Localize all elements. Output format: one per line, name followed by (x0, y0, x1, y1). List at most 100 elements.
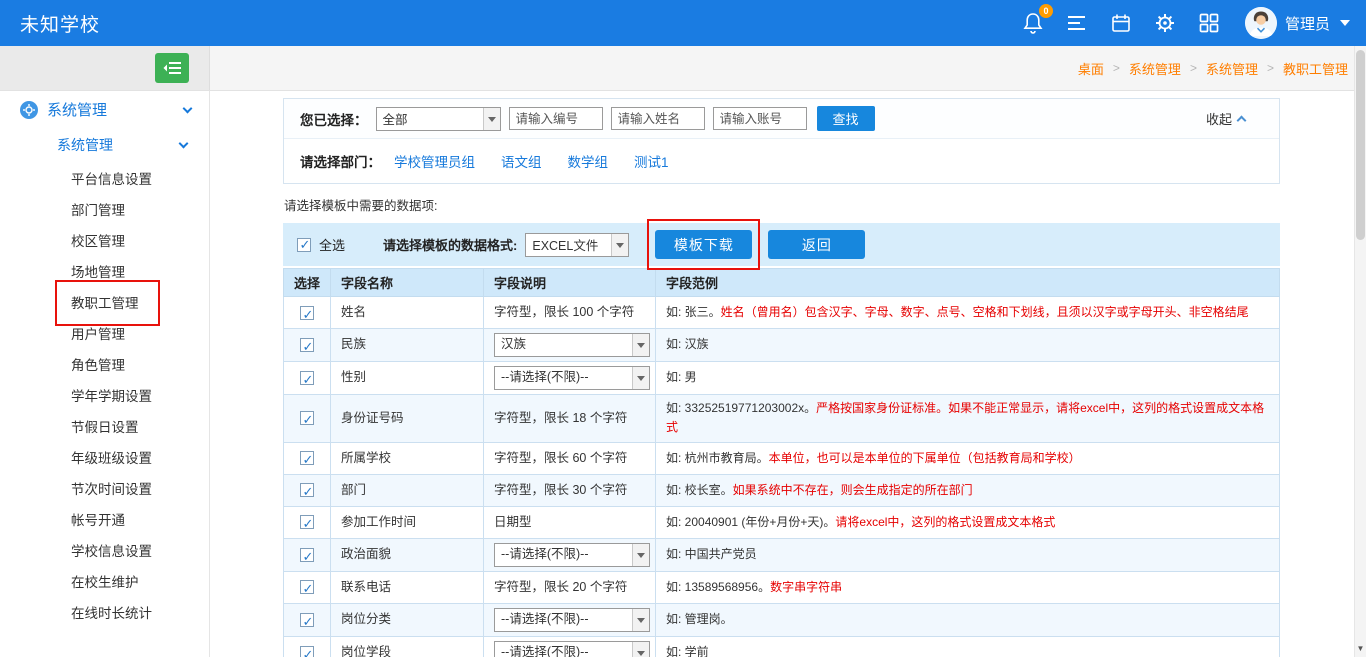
field-desc-select[interactable]: --请选择(不限)-- (494, 366, 650, 390)
sidebar-item-label: 学校信息设置 (71, 536, 152, 567)
field-name: 性别 (341, 370, 366, 384)
name-input[interactable] (611, 107, 705, 130)
code-input[interactable] (509, 107, 603, 130)
field-desc: 字符型，限长 100 个字符 (494, 305, 634, 319)
sidebar-item[interactable]: 学校信息设置 (0, 536, 209, 567)
sidebar-item-label: 校区管理 (71, 226, 125, 257)
department-link[interactable]: 测试1 (634, 155, 669, 170)
sidebar-item[interactable]: 节假日设置 (0, 412, 209, 443)
logs-button[interactable] (1065, 11, 1089, 35)
apps-button[interactable] (1197, 11, 1221, 35)
row-name-cell: 部门 (331, 474, 484, 506)
row-checkbox[interactable] (300, 306, 314, 320)
sidebar-item[interactable]: 教职工管理 (0, 288, 209, 319)
field-desc-select[interactable]: 汉族 (494, 333, 650, 357)
select-all-checkbox[interactable] (297, 238, 311, 252)
row-name-cell: 参加工作时间 (331, 506, 484, 538)
field-name: 参加工作时间 (341, 515, 416, 529)
apps-grid-icon (1199, 13, 1219, 33)
breadcrumb-item[interactable]: 系统管理 (1129, 59, 1181, 78)
content-area: 您已选择： 全部 查找 收起 请选择部门： 学校管理员组语文组数学组测试1 请选 (283, 98, 1280, 657)
sidebar-item[interactable]: 场地管理 (0, 257, 209, 288)
department-link[interactable]: 语文组 (501, 155, 542, 170)
sidebar-item[interactable]: 年级班级设置 (0, 443, 209, 474)
sidebar-item[interactable]: 平台信息设置 (0, 164, 209, 195)
row-desc-cell: --请选择(不限)-- (484, 538, 656, 571)
row-select-cell (284, 474, 331, 506)
sidebar-item[interactable]: 帐号开通 (0, 505, 209, 536)
row-select-cell (284, 395, 331, 443)
field-name: 身份证号码 (341, 411, 404, 425)
row-select-cell (284, 442, 331, 474)
calendar-button[interactable] (1109, 11, 1133, 35)
sidebar-subgroup-system-management[interactable]: 系统管理 (0, 128, 209, 162)
row-checkbox[interactable] (300, 411, 314, 425)
table-row: 政治面貌 --请选择(不限)-- 如: 中国共产党员 (284, 538, 1280, 571)
vertical-scrollbar[interactable]: ▼ (1354, 46, 1366, 657)
th-field-example: 字段范例 (656, 269, 1280, 297)
scrollbar-thumb[interactable] (1356, 50, 1365, 240)
row-checkbox[interactable] (300, 548, 314, 562)
th-field-name: 字段名称 (331, 269, 484, 297)
row-checkbox[interactable] (300, 613, 314, 627)
row-checkbox[interactable] (300, 580, 314, 594)
row-select-cell (284, 603, 331, 636)
row-desc-cell: 字符型，限长 100 个字符 (484, 297, 656, 329)
sidebar-item[interactable]: 学年学期设置 (0, 381, 209, 412)
row-select-cell (284, 297, 331, 329)
sidebar-item[interactable]: 节次时间设置 (0, 474, 209, 505)
row-checkbox[interactable] (300, 338, 314, 352)
field-example-warning: 如果系统中不存在，则会生成指定的所在部门 (733, 483, 973, 497)
notifications-button[interactable]: 0 (1021, 11, 1045, 35)
format-select[interactable]: EXCEL文件 (525, 233, 629, 257)
row-checkbox[interactable] (300, 646, 314, 657)
row-desc-cell: --请选择(不限)-- (484, 636, 656, 657)
row-checkbox[interactable] (300, 483, 314, 497)
template-toolbar: 全选 请选择模板的数据格式: EXCEL文件 模板下载 返回 (283, 223, 1280, 266)
sidebar-item[interactable]: 在线时长统计 (0, 598, 209, 629)
sidebar-item[interactable]: 角色管理 (0, 350, 209, 381)
sidebar-item[interactable]: 用户管理 (0, 319, 209, 350)
scope-select[interactable]: 全部 (376, 107, 501, 131)
row-name-cell: 岗位分类 (331, 603, 484, 636)
settings-button[interactable] (1153, 11, 1177, 35)
row-checkbox[interactable] (300, 451, 314, 465)
field-table-body: 姓名 字符型，限长 100 个字符 如: 张三。姓名（曾用名）包含汉字、字母、数… (284, 297, 1280, 657)
field-example: 如: 男 (666, 370, 697, 384)
download-template-button[interactable]: 模板下载 (655, 230, 752, 259)
search-button[interactable]: 查找 (817, 106, 875, 131)
field-desc-select[interactable]: --请选择(不限)-- (494, 543, 650, 567)
field-desc-select[interactable]: --请选择(不限)-- (494, 608, 650, 632)
field-desc-select[interactable]: --请选择(不限)-- (494, 641, 650, 657)
row-checkbox[interactable] (300, 515, 314, 529)
breadcrumb-item[interactable]: 桌面 (1078, 59, 1104, 78)
back-button[interactable]: 返回 (768, 230, 865, 259)
row-checkbox[interactable] (300, 371, 314, 385)
account-input[interactable] (713, 107, 807, 130)
field-example: 如: 学前 (666, 645, 709, 657)
field-desc-select-value: --请选择(不限)-- (495, 367, 632, 389)
breadcrumb-item[interactable]: 系统管理 (1206, 59, 1258, 78)
topbar: 未知学校 0 (0, 0, 1366, 46)
sidebar-toggle-button[interactable] (155, 53, 189, 83)
row-select-cell (284, 506, 331, 538)
scrollbar-down-arrow[interactable]: ▼ (1355, 642, 1366, 656)
row-example-cell: 如: 张三。姓名（曾用名）包含汉字、字母、数字、点号、空格和下划线，且须以汉字或… (656, 297, 1280, 329)
sidebar-item[interactable]: 在校生维护 (0, 567, 209, 598)
row-desc-cell: --请选择(不限)-- (484, 362, 656, 395)
row-desc-cell: 字符型，限长 30 个字符 (484, 474, 656, 506)
department-link[interactable]: 学校管理员组 (394, 155, 475, 170)
field-example-warning: 本单位，也可以是本单位的下属单位（包括教育局和学校） (769, 451, 1081, 465)
department-link[interactable]: 数学组 (568, 155, 609, 170)
user-menu[interactable]: 管理员 (1245, 7, 1350, 39)
breadcrumb-item[interactable]: 教职工管理 (1283, 59, 1348, 78)
sidebar-item-label: 场地管理 (71, 257, 125, 288)
sidebar-item[interactable]: 部门管理 (0, 195, 209, 226)
collapse-toggle[interactable]: 收起 (1206, 109, 1263, 128)
template-hint: 请选择模板中需要的数据项: (284, 195, 1280, 214)
field-example: 如: 校长室。 (666, 483, 733, 497)
field-example: 如: 13589568956。 (666, 580, 770, 594)
chevron-up-icon (1237, 116, 1247, 126)
sidebar-group-system-management[interactable]: 系统管理 (0, 91, 209, 128)
sidebar-item[interactable]: 校区管理 (0, 226, 209, 257)
